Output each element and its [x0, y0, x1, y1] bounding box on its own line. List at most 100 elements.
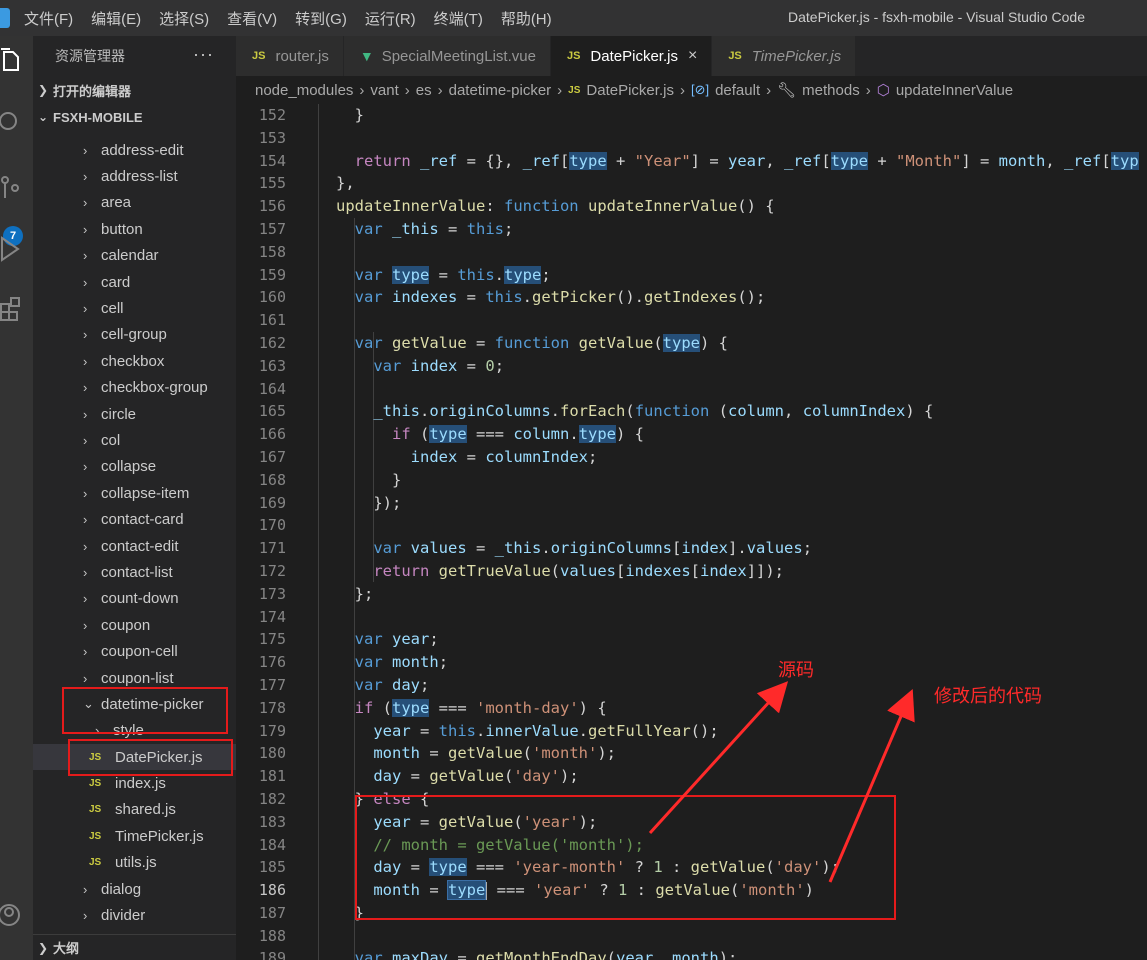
vscode-logo-icon [0, 8, 10, 28]
tree-folder-item[interactable]: › divider [33, 902, 236, 928]
line-number-gutter: 152 153 154 155 156 157 158 159 160 161 162 163 164 1… [236, 104, 292, 960]
tree-folder-item[interactable]: › coupon [33, 612, 236, 638]
menu-item[interactable]: 编辑(E) [91, 8, 141, 29]
line-number: 187 [258, 903, 286, 922]
title-bar: 文件(F) 编辑(E) 选择(S) 查看(V) 转到(G) 运行(R) 终端(T) 帮助(H)… [0, 0, 1147, 36]
menu-item[interactable]: 运行(R) [365, 8, 416, 29]
close-icon[interactable]: × [688, 47, 697, 65]
tree-folder-item[interactable]: › calendar [33, 243, 236, 269]
line-number: 188 [258, 926, 286, 945]
chevron-right-icon: › [83, 221, 88, 237]
project-label: FSXH-MOBILE [53, 109, 143, 125]
tree-item-label: collapse-item [101, 484, 190, 502]
tree-folder-item[interactable]: › collapse [33, 454, 236, 480]
tree-folder-item[interactable]: › checkbox-group [33, 375, 236, 401]
breadcrumb-item[interactable]: default [715, 82, 760, 99]
tree-folder-item[interactable]: › checkbox [33, 348, 236, 374]
code-line: var maxDay = getMonthEndDay(year, month)… [354, 949, 738, 960]
tree-item-label: cell-group [101, 326, 167, 344]
code-line: var values = _this.originColumns[index].… [373, 539, 813, 558]
editor-tab[interactable]: JS DatePicker.js × [550, 36, 713, 76]
js-file-icon: JS [89, 804, 102, 816]
more-actions-icon[interactable]: ··· [193, 44, 214, 65]
tree-folder-item[interactable]: › area [33, 190, 236, 216]
line-number: 155 [258, 174, 286, 193]
breadcrumb-item[interactable]: vant [370, 82, 398, 99]
line-number: 186 [258, 881, 286, 900]
tree-item-label: area [101, 194, 132, 212]
editor-tab[interactable]: JS TimePicker.js [712, 36, 857, 76]
tree-folder-item[interactable]: › cell-group [33, 322, 236, 348]
line-number: 169 [258, 493, 286, 512]
tree-folder-item[interactable]: › col [33, 427, 236, 453]
js-file-icon: JS [89, 830, 102, 842]
menu-item[interactable]: 查看(V) [227, 8, 277, 29]
tree-folder-item[interactable]: › count-down [33, 586, 236, 612]
breadcrumb-item[interactable]: datetime-picker [449, 82, 552, 99]
editor-tab[interactable]: JS router.js [236, 36, 344, 76]
tree-folder-item[interactable]: › address-edit [33, 137, 236, 163]
search-icon[interactable] [0, 108, 22, 134]
code-line: index = columnIndex; [410, 447, 598, 466]
tree-folder-item[interactable]: › dialog [33, 876, 236, 902]
project-section[interactable]: ⌄ FSXH-MOBILE [33, 104, 236, 130]
breadcrumb-item[interactable]: es [416, 82, 432, 99]
tree-folder-item[interactable]: › card [33, 269, 236, 295]
tree-folder-item[interactable]: › button [33, 216, 236, 242]
js-file-icon: JS [566, 50, 581, 62]
tree-file-item[interactable]: JS TimePicker.js [33, 823, 236, 849]
tree-item-label: contact-card [101, 511, 184, 529]
open-editors-section[interactable]: ❯ 打开的编辑器 [33, 77, 236, 103]
editor-tab[interactable]: ▼ SpecialMeetingList.vue [343, 36, 551, 76]
tree-item-label: contact-list [101, 563, 173, 581]
line-number: 157 [258, 219, 286, 238]
explorer-title: 资源管理器 [55, 48, 125, 64]
tree-folder-item[interactable]: › circle [33, 401, 236, 427]
breadcrumb-item[interactable]: node_modules [255, 82, 353, 99]
tree-folder-item[interactable]: › contact-list [33, 559, 236, 585]
code-line: year = this.innerValue.getFullYear(); [373, 721, 719, 740]
menu-item[interactable]: 转到(G) [295, 8, 347, 29]
chevron-right-icon: ❯ [37, 83, 49, 97]
breadcrumb: node_modules › vant › es › datetime-picker ›… [236, 76, 1147, 104]
source-control-icon[interactable] [0, 176, 22, 202]
outline-label: 大纲 [53, 941, 80, 956]
tree-item-label: coupon-list [101, 669, 174, 687]
tree-folder-item[interactable]: › contact-card [33, 506, 236, 532]
run-debug-icon[interactable] [0, 236, 22, 262]
highlight-box-file [68, 739, 233, 776]
tree-item-label: coupon-cell [101, 643, 178, 661]
tree-file-item[interactable]: JS utils.js [33, 850, 236, 876]
tree-folder-item[interactable]: › collapse-item [33, 480, 236, 506]
breadcrumb-item[interactable]: updateInnerValue [896, 82, 1013, 99]
tree-item-label: circle [101, 405, 137, 423]
line-number: 167 [258, 447, 286, 466]
line-number: 158 [258, 242, 286, 261]
extensions-icon[interactable] [0, 296, 22, 322]
code-line: _this.originColumns.forEach(function (co… [373, 402, 934, 421]
line-number: 182 [258, 789, 286, 808]
code-line: var getValue = function getValue(type) { [354, 333, 728, 352]
menu-item[interactable]: 文件(F) [24, 8, 73, 29]
line-number: 163 [258, 356, 286, 375]
menu-item[interactable]: 终端(T) [434, 8, 483, 29]
tree-folder-item[interactable]: › address-list [33, 163, 236, 189]
outline-section[interactable]: ❯ 大纲 [33, 934, 236, 960]
line-number: 174 [258, 607, 286, 626]
tree-folder-item[interactable]: › cell [33, 295, 236, 321]
tree-folder-item[interactable]: › contact-edit [33, 533, 236, 559]
account-icon[interactable] [0, 902, 22, 928]
explorer-icon[interactable] [0, 48, 22, 74]
menu-item[interactable]: 选择(S) [159, 8, 209, 29]
line-number: 166 [258, 425, 286, 444]
code-line: }); [336, 493, 402, 512]
menu-item[interactable]: 帮助(H) [501, 8, 552, 29]
line-number: 185 [258, 858, 286, 877]
tree-folder-item[interactable]: › coupon-cell [33, 638, 236, 664]
breadcrumb-item[interactable]: DatePicker.js [586, 82, 674, 99]
tree-file-item[interactable]: JS shared.js [33, 797, 236, 823]
breadcrumb-item[interactable]: methods [802, 82, 860, 99]
tree-item-label: index.js [115, 775, 166, 793]
